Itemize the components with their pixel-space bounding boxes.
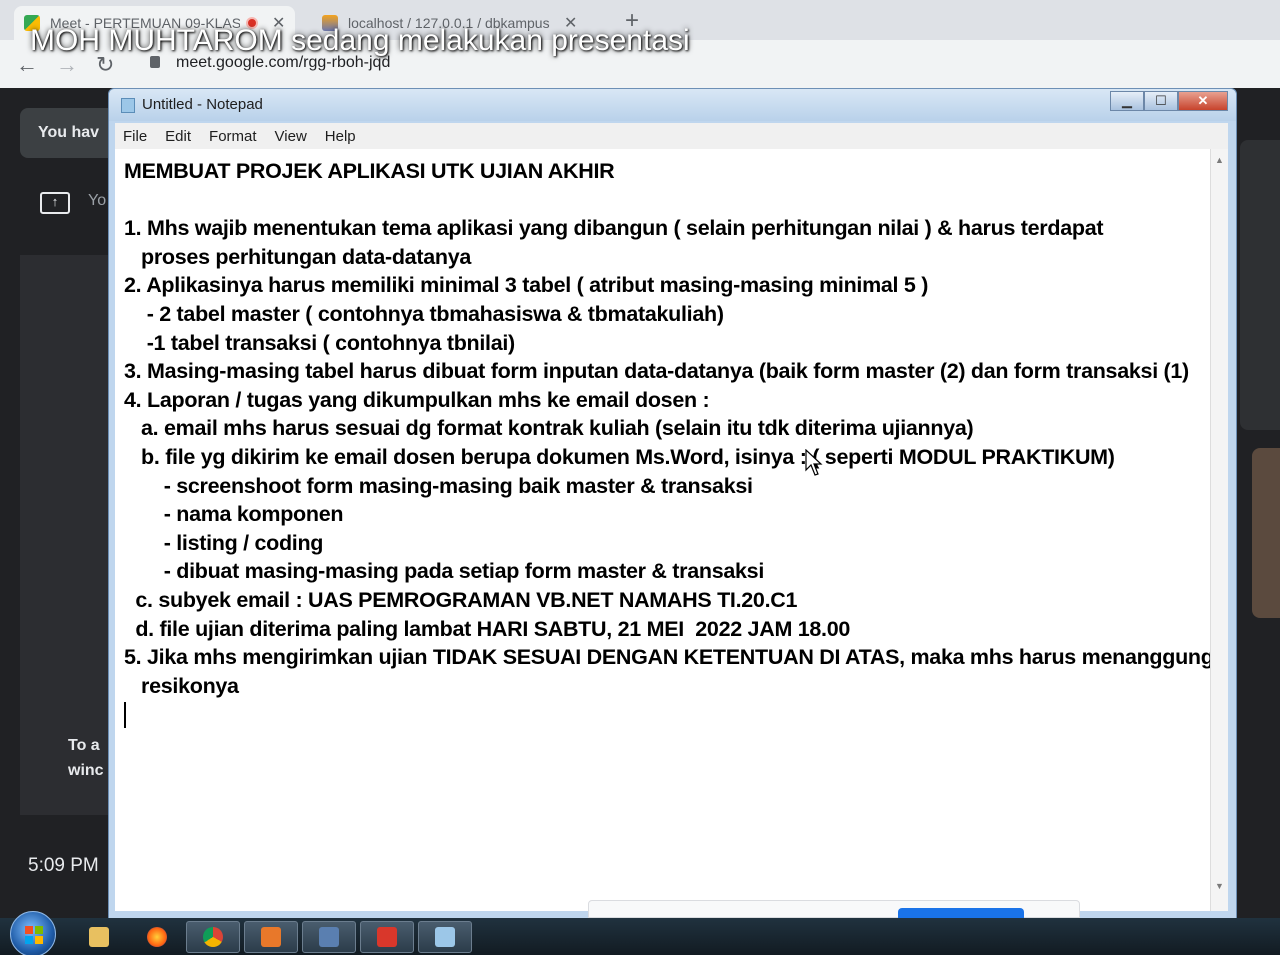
menu-file[interactable]: File [123, 128, 147, 145]
text-line: b. file yg dikirim ke email dosen berupa… [124, 444, 1115, 469]
notepad-icon [121, 98, 135, 113]
taskbar-explorer[interactable] [72, 921, 126, 953]
text-line: d. file ujian diterima paling lambat HAR… [124, 616, 851, 641]
taskbar-pdf[interactable] [360, 921, 414, 953]
close-button[interactable]: ✕ [1178, 91, 1228, 111]
pdf-icon [377, 927, 397, 947]
meet-clock: 5:09 PM [28, 855, 99, 876]
participant-tile[interactable] [1252, 448, 1280, 618]
text-line [124, 186, 1210, 215]
notice-line: winc [68, 762, 104, 779]
text-line: resikonya [124, 673, 239, 698]
text-line: 2. Aplikasinya harus memiliki minimal 3 … [124, 273, 929, 298]
text-line: c. subyek email : UAS PEMROGRAMAN VB.NET… [124, 587, 798, 612]
scroll-down-icon[interactable]: ▼ [1215, 881, 1224, 891]
text-editor-area[interactable]: MEMBUAT PROJEK APLIKASI UTK UJIAN AKHIR … [115, 149, 1214, 911]
text-line: 1. Mhs wajib menentukan tema aplikasi ya… [124, 216, 1104, 241]
screen-preview-thumbnail [20, 255, 120, 815]
presenting-banner: MOH MUHTAROM sedang melakukan presentasi [30, 24, 690, 57]
network-icon [319, 927, 339, 947]
notice-text: To a winc [68, 733, 104, 783]
text-line: - dibuat masing-masing pada setiap form … [124, 559, 765, 584]
text-line: 4. Laporan / tugas yang dikumpulkan mhs … [124, 387, 710, 412]
text-line: - listing / coding [124, 530, 324, 555]
mouse-pointer-icon [805, 449, 823, 476]
taskbar-network[interactable] [302, 921, 356, 953]
firefox-icon [147, 927, 167, 947]
window-controls: ▁ ☐ ✕ [1110, 91, 1228, 111]
text-line: 3. Masing-masing tabel harus dibuat form… [124, 359, 1189, 384]
scroll-up-icon[interactable]: ▲ [1215, 155, 1224, 165]
explorer-icon [89, 927, 109, 947]
side-panel [1240, 140, 1280, 430]
minimize-button[interactable]: ▁ [1110, 91, 1144, 111]
text-line: - nama komponen [124, 502, 344, 527]
text-line: - 2 tabel master ( contohnya tbmahasiswa… [124, 301, 724, 326]
text-line: MEMBUAT PROJEK APLIKASI UTK UJIAN AKHIR [124, 159, 615, 183]
menu-format[interactable]: Format [209, 128, 257, 145]
menu-help[interactable]: Help [325, 128, 356, 145]
notepad-titlebar[interactable]: Untitled - Notepad ▁ ☐ ✕ [109, 89, 1236, 121]
text-line: proses perhitungan data-datanya [124, 244, 472, 269]
menu-edit[interactable]: Edit [165, 128, 191, 145]
text-caret [124, 702, 126, 729]
maximize-button[interactable]: ☐ [1144, 91, 1178, 111]
taskbar-app[interactable] [244, 921, 298, 953]
notepad-window: Untitled - Notepad ▁ ☐ ✕ File Edit Forma… [108, 88, 1237, 920]
start-button[interactable] [10, 911, 56, 955]
taskbar-chrome[interactable] [186, 921, 240, 953]
text-line: -1 tabel transaksi ( contohnya tbnilai) [124, 330, 516, 355]
chrome-icon [203, 927, 223, 947]
present-screen-icon[interactable]: ↑ [40, 192, 70, 214]
text-line: a. email mhs harus sesuai dg format kont… [124, 416, 974, 441]
menu-view[interactable]: View [275, 128, 307, 145]
text-line: 5. Jika mhs mengirimkan ujian TIDAK SESU… [124, 645, 1214, 670]
taskbar-notepad[interactable] [418, 921, 472, 953]
menu-bar: File Edit Format View Help [115, 123, 1228, 149]
notice-line: To a [68, 737, 100, 754]
window-title: Untitled - Notepad [142, 96, 263, 113]
notepad-icon [435, 927, 455, 947]
windows-logo-icon [25, 926, 43, 944]
taskbar-firefox[interactable] [130, 921, 184, 953]
text-line: - screenshoot form masing-masing baik ma… [124, 473, 753, 498]
present-label: Yo [88, 192, 107, 209]
app-icon [261, 927, 281, 947]
vertical-scrollbar[interactable]: ▲ ▼ [1210, 149, 1228, 911]
